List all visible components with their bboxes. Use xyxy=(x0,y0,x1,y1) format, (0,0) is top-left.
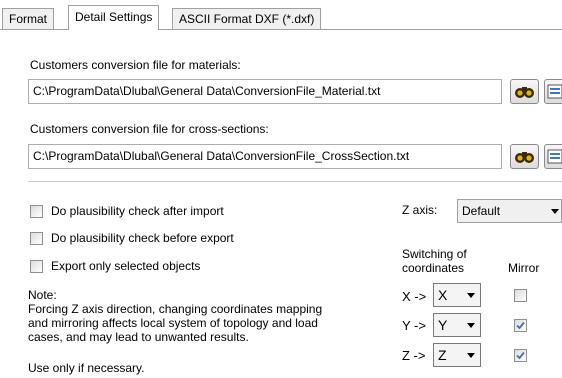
note-title: Note: xyxy=(28,288,57,302)
chevron-down-icon xyxy=(551,209,559,214)
z-axis-select[interactable]: Default xyxy=(457,199,562,223)
materials-browse-button[interactable] xyxy=(510,79,539,104)
z-mirror-checkbox[interactable] xyxy=(514,349,527,362)
export-selected-label: Export only selected objects xyxy=(51,259,201,273)
chevron-down-icon xyxy=(467,293,475,298)
x-mapping-value: X xyxy=(438,287,448,303)
y-mirror-checkbox[interactable] xyxy=(514,319,527,332)
binoculars-icon xyxy=(515,152,534,163)
tab-strip: Format Detail Settings ASCII Format DXF … xyxy=(0,0,562,30)
y-mapping-select[interactable]: Y xyxy=(433,313,481,337)
switching-header-1: Switching of xyxy=(402,247,467,261)
cross-sections-edit-button[interactable] xyxy=(544,144,562,169)
cross-sections-browse-button[interactable] xyxy=(510,144,539,169)
cross-sections-path-input[interactable]: C:\ProgramData\Dlubal\General Data\Conve… xyxy=(28,144,502,169)
z-mapping-label: Z -> xyxy=(402,348,426,363)
materials-label: Customers conversion file for materials: xyxy=(30,58,241,72)
note-line-1: Forcing Z axis direction, changing coord… xyxy=(28,302,323,316)
detail-settings-panel: Customers conversion file for materials:… xyxy=(0,30,562,378)
separator xyxy=(28,181,562,182)
checkmark-icon xyxy=(516,351,525,360)
tab-format[interactable]: Format xyxy=(2,8,55,29)
z-mapping-select[interactable]: Z xyxy=(433,343,481,367)
edit-file-icon xyxy=(547,84,562,99)
export-selected-checkbox[interactable] xyxy=(30,260,43,273)
switching-header-2: coordinates xyxy=(402,261,465,275)
y-mapping-label: Y -> xyxy=(402,318,426,333)
plausibility-import-checkbox[interactable] xyxy=(30,205,43,218)
materials-path-input[interactable]: C:\ProgramData\Dlubal\General Data\Conve… xyxy=(28,79,502,104)
y-mapping-value: Y xyxy=(438,317,448,333)
binoculars-icon xyxy=(515,87,534,98)
z-axis-value: Default xyxy=(462,204,501,218)
z-mapping-value: Z xyxy=(438,347,447,363)
mirror-header: Mirror xyxy=(508,261,540,275)
x-mapping-label: X -> xyxy=(402,289,427,304)
z-axis-label: Z axis: xyxy=(402,203,438,217)
plausibility-import-label: Do plausibility check after import xyxy=(51,204,224,218)
note-footer: Use only if necessary. xyxy=(28,361,145,375)
chevron-down-icon xyxy=(467,323,475,328)
plausibility-export-checkbox[interactable] xyxy=(30,232,43,245)
note-line-3: cases, and may lead to unwanted results. xyxy=(28,330,249,344)
checkmark-icon xyxy=(516,321,525,330)
cross-sections-label: Customers conversion file for cross-sect… xyxy=(30,122,269,136)
materials-edit-button[interactable] xyxy=(544,79,562,104)
x-mapping-select[interactable]: X xyxy=(433,283,481,307)
tab-detail-settings[interactable]: Detail Settings xyxy=(68,5,160,30)
chevron-down-icon xyxy=(467,353,475,358)
tab-ascii-dxf[interactable]: ASCII Format DXF (*.dxf) xyxy=(172,8,322,29)
plausibility-export-label: Do plausibility check before export xyxy=(51,231,234,245)
note-line-2: and mirroring affects local system of to… xyxy=(28,316,318,330)
edit-file-icon xyxy=(547,149,562,164)
x-mirror-checkbox[interactable] xyxy=(514,289,527,302)
